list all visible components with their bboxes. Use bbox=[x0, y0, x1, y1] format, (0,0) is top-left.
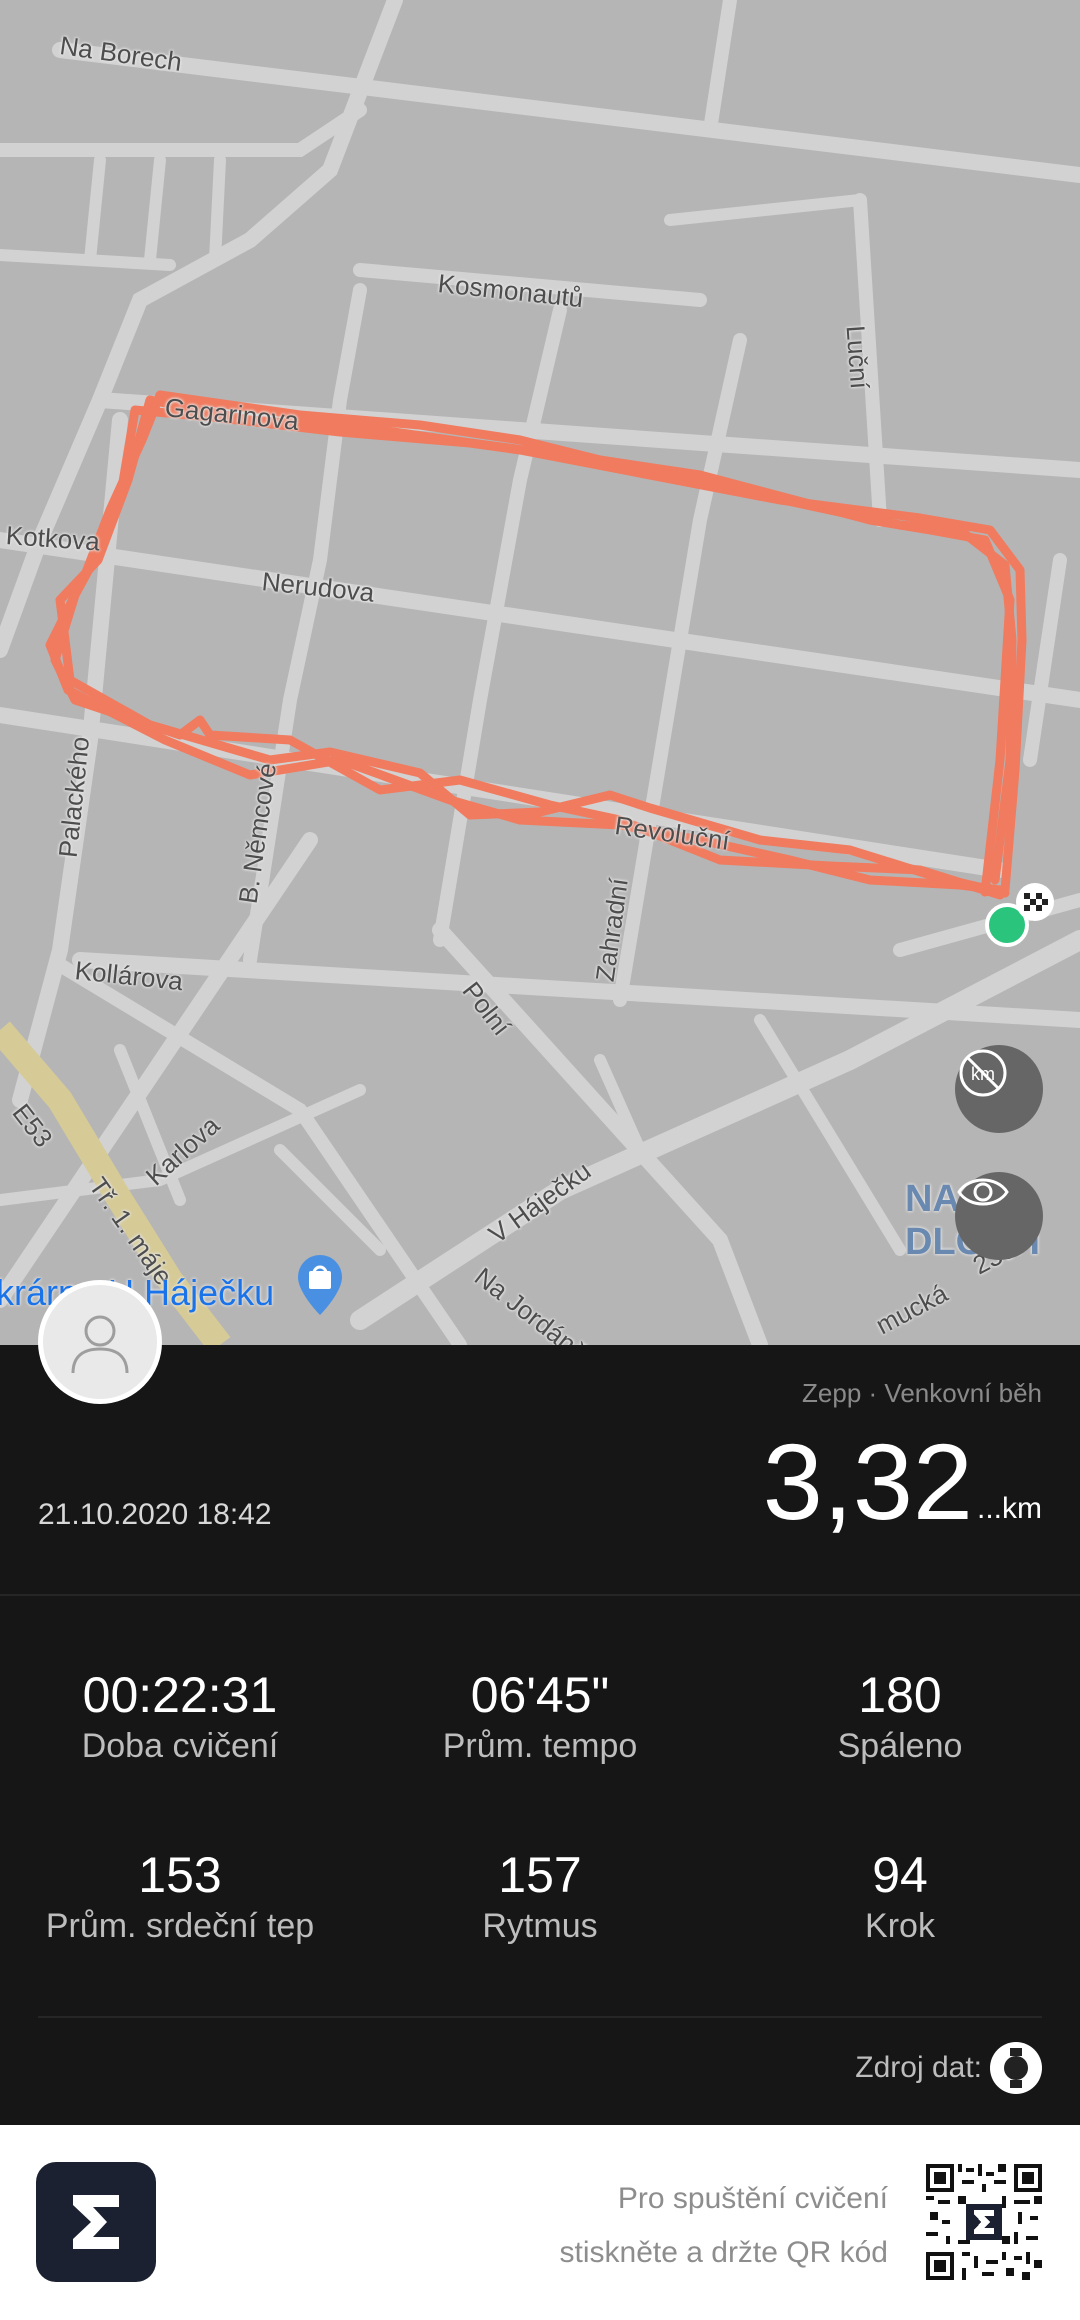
distance-unit: ...km bbox=[977, 1492, 1042, 1525]
toggle-visibility-button[interactable] bbox=[955, 1172, 1043, 1260]
stat-value: 94 bbox=[872, 1847, 928, 1903]
workout-date: 21.10.2020 18:42 bbox=[38, 1498, 272, 1531]
distance-display: 3,32 ...km bbox=[763, 1428, 1042, 1536]
route-map[interactable]: Na Borech Kosmonautů Luční Gagarinova Ko… bbox=[0, 0, 1080, 1345]
user-icon bbox=[71, 1315, 129, 1374]
street-label: Luční bbox=[840, 324, 875, 390]
sigma-logo-icon bbox=[73, 2195, 119, 2249]
watch-icon bbox=[990, 2042, 1042, 2094]
eye-icon bbox=[957, 1178, 1009, 1206]
stat-avg-pace: 06'45" Prům. tempo bbox=[360, 1668, 720, 1766]
stat-cadence: 157 Rytmus bbox=[360, 1848, 720, 1946]
map-roads bbox=[0, 0, 1080, 1345]
street-label: Kotkova bbox=[4, 520, 101, 557]
finish-flag-icon bbox=[1016, 883, 1054, 921]
stat-label: Prům. tempo bbox=[442, 1727, 638, 1765]
workout-source-label: Zepp · Venkovní běh bbox=[802, 1378, 1042, 1408]
stat-label: Spáleno bbox=[837, 1727, 963, 1765]
share-footer bbox=[0, 2125, 1080, 2320]
qr-instruction-line: stiskněte a držte QR kód bbox=[559, 2236, 888, 2269]
stat-value: 00:22:31 bbox=[82, 1667, 278, 1723]
stat-label: Doba cvičení bbox=[81, 1727, 279, 1765]
stat-value: 153 bbox=[138, 1847, 222, 1903]
stat-duration: 00:22:31 Doba cvičení bbox=[0, 1668, 360, 1766]
stat-value: 06'45" bbox=[470, 1667, 610, 1723]
stat-label: Rytmus bbox=[482, 1907, 598, 1945]
km-off-icon: km bbox=[959, 1049, 1007, 1097]
qr-code[interactable] bbox=[926, 2164, 1042, 2280]
data-source: Zdroj dat: bbox=[855, 2042, 1042, 2094]
toggle-km-markers-button[interactable]: km bbox=[955, 1045, 1043, 1133]
stat-value: 180 bbox=[858, 1667, 942, 1723]
zepp-app-logo bbox=[36, 2162, 156, 2282]
stat-avg-heart-rate: 153 Prům. srdeční tep bbox=[0, 1848, 360, 1946]
distance-value: 3,32 bbox=[762, 1421, 973, 1542]
user-avatar[interactable] bbox=[38, 1280, 162, 1404]
stat-calories: 180 Spáleno bbox=[720, 1668, 1080, 1766]
stat-value: 157 bbox=[498, 1847, 582, 1903]
stat-label: Prům. srdeční tep bbox=[45, 1907, 315, 1945]
divider bbox=[0, 1594, 1080, 1596]
divider bbox=[38, 2016, 1042, 2018]
stat-label: Krok bbox=[865, 1907, 935, 1945]
data-source-label: Zdroj dat: bbox=[855, 2051, 982, 2084]
stat-stride: 94 Krok bbox=[720, 1848, 1080, 1946]
qr-instructions: Pro spuštění cvičení stiskněte a držte Q… bbox=[560, 2172, 888, 2280]
qr-instruction-line: Pro spuštění cvičení bbox=[617, 2182, 888, 2215]
